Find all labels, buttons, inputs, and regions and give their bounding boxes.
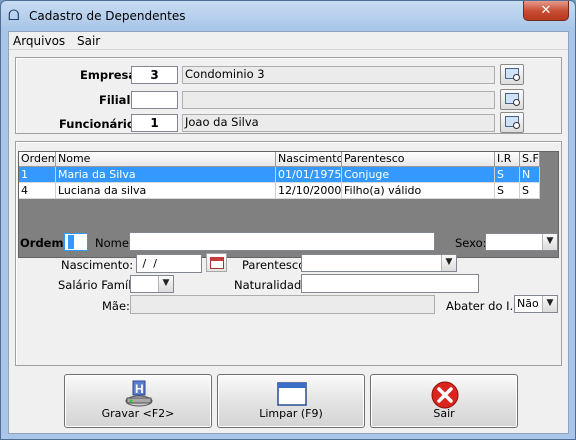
calendar-button[interactable] xyxy=(206,253,227,272)
exit-icon xyxy=(431,381,459,409)
sair-label: Sair xyxy=(433,407,455,420)
funcionario-label: Funcionário: xyxy=(59,117,140,131)
sexo-label: Sexo: xyxy=(455,236,487,250)
funcionario-lookup-button[interactable] xyxy=(500,112,524,133)
parentesco-label: Parentesco: xyxy=(242,258,310,272)
cell-nascimento: 12/10/2000 xyxy=(278,183,342,199)
magnifier-icon xyxy=(513,99,520,106)
nascimento-label: Nascimento: xyxy=(61,258,134,272)
abater-ir-label: Abater do I.R: xyxy=(446,299,525,313)
funcionario-code-field[interactable]: 1 xyxy=(131,114,178,132)
col-ordem[interactable]: Ordem xyxy=(19,152,56,167)
salario-familia-select[interactable]: ▼ xyxy=(130,275,174,293)
abater-ir-select[interactable]: Não ▼ xyxy=(514,295,558,313)
svg-text:H: H xyxy=(135,382,144,396)
col-nascimento[interactable]: Nascimento xyxy=(276,152,342,167)
sair-button[interactable]: Sair xyxy=(370,374,518,428)
table-row[interactable]: 1 Maria da Silva 01/01/1975 Conjuge S N xyxy=(19,167,540,183)
grid-header: Ordem Nome Nascimento Parentesco I.R S.F xyxy=(19,152,540,167)
menu-bar: Arquivos Sair xyxy=(9,32,568,50)
cell-ir: S xyxy=(495,183,520,199)
cell-ordem: 1 xyxy=(19,167,56,183)
close-icon: ✕ xyxy=(540,3,552,18)
chevron-down-icon: ▼ xyxy=(158,276,173,292)
client-area: Arquivos Sair Empresa: 3 Condominio 3 Fi… xyxy=(8,31,569,434)
magnifier-icon xyxy=(513,122,520,129)
cell-nascimento: 01/01/1975 xyxy=(278,167,342,183)
mae-field[interactable] xyxy=(130,295,435,314)
col-parentesco[interactable]: Parentesco xyxy=(342,152,495,167)
ordem-label: Ordem: xyxy=(20,236,69,250)
app-icon: ᗝ xyxy=(8,8,20,24)
chevron-down-icon: ▼ xyxy=(542,296,557,312)
filial-lookup-button[interactable] xyxy=(500,89,524,110)
filial-label: Filial: xyxy=(99,93,135,107)
header-group: Empresa: 3 Condominio 3 Filial: Funcioná… xyxy=(15,57,562,134)
col-ir[interactable]: I.R xyxy=(495,152,520,167)
filial-code-field[interactable] xyxy=(131,91,178,109)
mae-label: Mãe: xyxy=(102,299,130,313)
limpar-button[interactable]: Limpar (F9) xyxy=(217,374,365,428)
text-cursor xyxy=(68,235,74,249)
empresa-name-field: Condominio 3 xyxy=(182,66,495,84)
col-sf[interactable]: S.F xyxy=(520,152,540,167)
cell-parentesco: Filho(a) válido xyxy=(342,183,495,199)
filial-name-field xyxy=(182,91,495,109)
magnifier-icon xyxy=(513,74,520,81)
menu-arquivos[interactable]: Arquivos xyxy=(13,34,65,48)
cell-ir: S xyxy=(495,167,520,183)
window-title: Cadastro de Dependentes xyxy=(29,9,186,23)
cell-ordem: 4 xyxy=(19,183,56,199)
cell-sf: S xyxy=(520,183,540,199)
col-nome[interactable]: Nome xyxy=(56,152,276,167)
empresa-code-field[interactable]: 3 xyxy=(131,66,178,84)
title-bar[interactable]: ᗝ Cadastro de Dependentes ✕ xyxy=(1,1,575,31)
nome-label: Nome: xyxy=(95,236,133,250)
save-disk-icon: H xyxy=(125,380,153,407)
close-button[interactable]: ✕ xyxy=(523,1,569,21)
chevron-down-icon: ▼ xyxy=(542,234,557,250)
gravar-button[interactable]: H Gravar <F2> xyxy=(64,374,212,428)
menu-sair[interactable]: Sair xyxy=(77,34,100,48)
main-window: ᗝ Cadastro de Dependentes ✕ Arquivos Sai… xyxy=(0,0,576,440)
clear-window-icon xyxy=(277,382,307,406)
limpar-label: Limpar (F9) xyxy=(259,407,323,420)
table-row[interactable]: 4 Luciana da silva 12/10/2000 Filho(a) v… xyxy=(19,183,540,199)
funcionario-name-field: Joao da Silva xyxy=(182,114,495,132)
parentesco-select[interactable]: ▼ xyxy=(301,254,457,272)
cell-nome: Luciana da silva xyxy=(56,183,276,199)
cell-sf: N xyxy=(520,167,540,183)
empresa-lookup-button[interactable] xyxy=(500,64,524,85)
sexo-select[interactable]: ▼ xyxy=(485,233,558,251)
nome-field[interactable] xyxy=(129,232,435,251)
ordem-field[interactable] xyxy=(64,233,88,251)
calendar-icon xyxy=(210,257,224,269)
cell-nome: Maria da Silva xyxy=(56,167,276,183)
chevron-down-icon: ▼ xyxy=(441,255,456,271)
naturalidade-field[interactable] xyxy=(301,274,479,293)
cell-parentesco: Conjuge xyxy=(342,167,495,183)
nascimento-field[interactable]: / / xyxy=(136,254,202,273)
gravar-label: Gravar <F2> xyxy=(101,407,175,420)
